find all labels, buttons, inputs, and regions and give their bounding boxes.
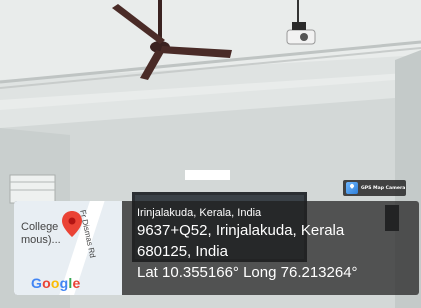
map-thumbnail: Fr Dismas Rd College mous)... Google xyxy=(14,201,122,295)
badge-label: GPS Map Camera xyxy=(361,185,406,191)
gps-map-camera-icon xyxy=(346,182,358,194)
coordinates: Lat 10.355166° Long 76.213264° xyxy=(137,264,358,281)
map-place-line1: College xyxy=(21,221,59,233)
map-pin-icon xyxy=(62,211,82,237)
gps-map-camera-badge: GPS Map Camera xyxy=(343,180,406,196)
address-line2: 680125, India xyxy=(137,243,228,260)
address-line1: 9637+Q52, Irinjalakuda, Kerala xyxy=(137,222,345,239)
location-info: Irinjalakuda, Kerala, India 9637+Q52, Ir… xyxy=(137,206,417,283)
place-name: Irinjalakuda, Kerala, India xyxy=(137,207,262,219)
google-logo: Google xyxy=(31,275,81,291)
map-place-line2: mous)... xyxy=(21,234,61,246)
map-place-label: College mous)... xyxy=(21,221,61,247)
